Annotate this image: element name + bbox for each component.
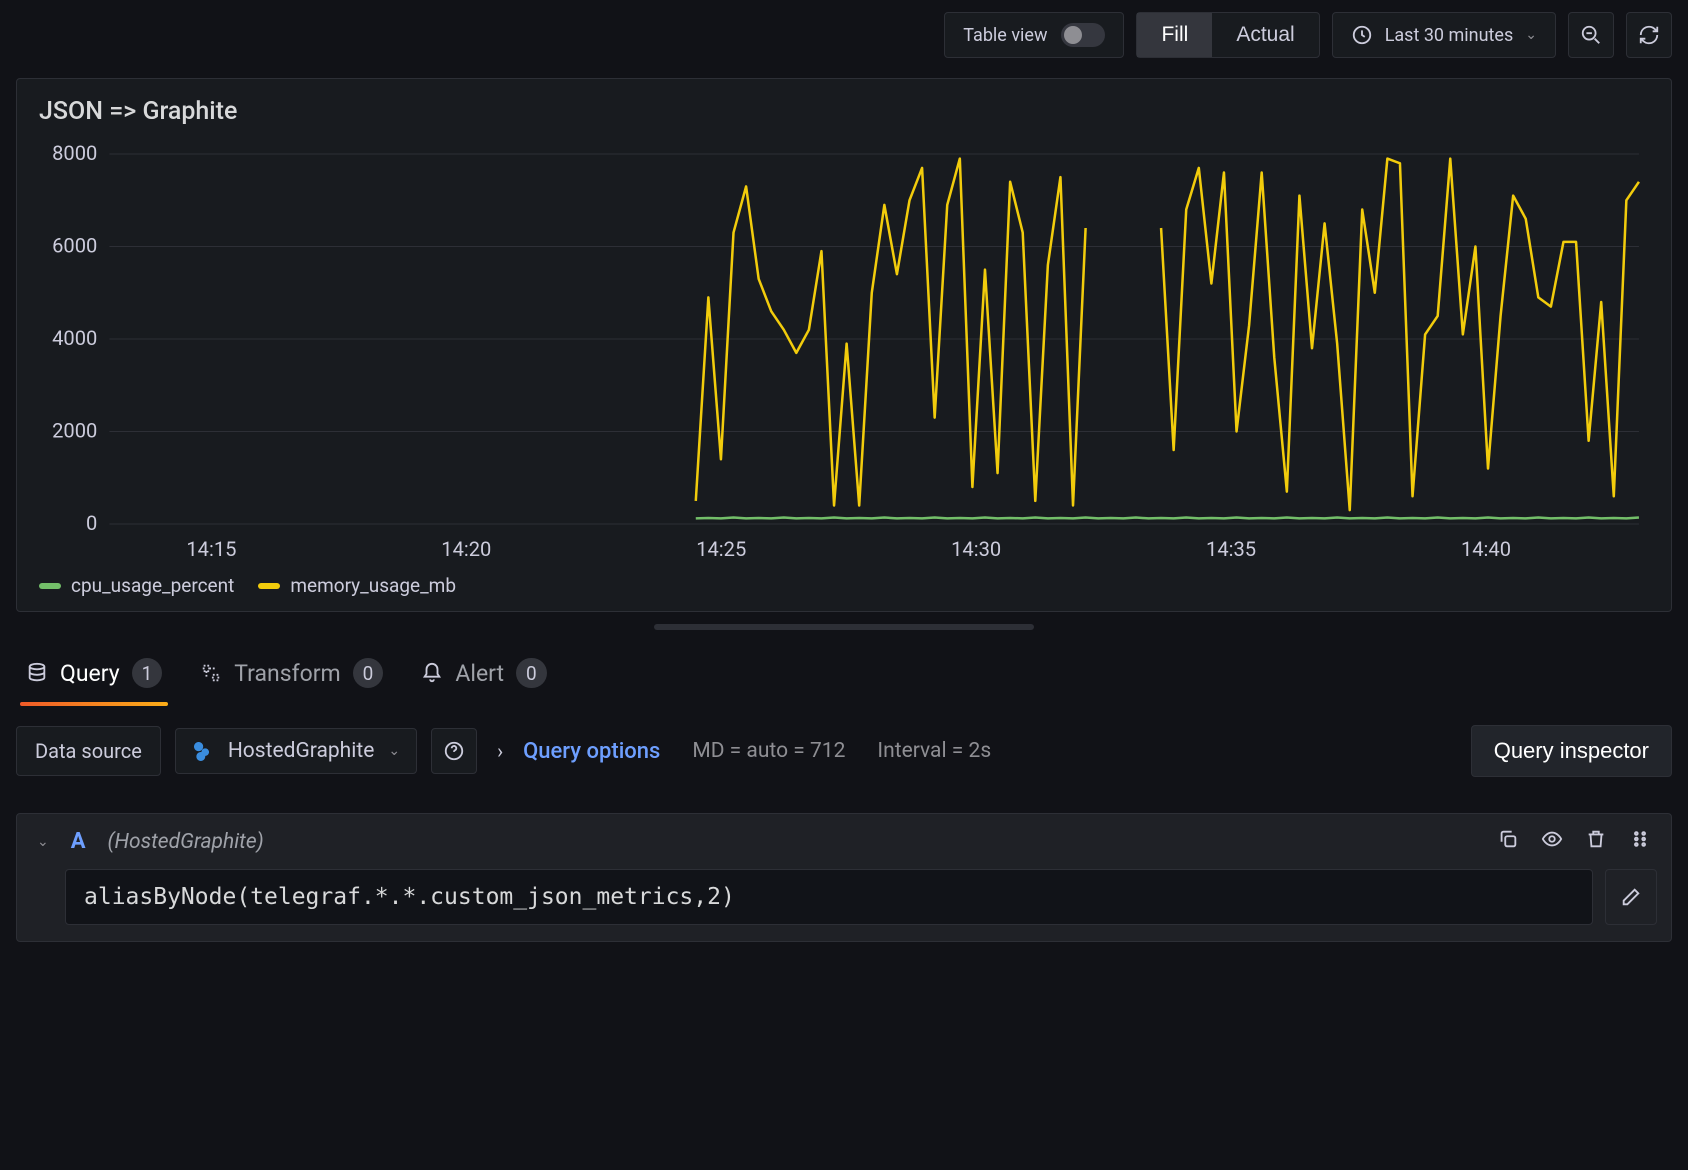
query-datasource-hint: (HostedGraphite) — [108, 830, 264, 854]
legend-item-memory[interactable]: memory_usage_mb — [258, 574, 456, 597]
bell-icon — [421, 662, 443, 684]
refresh-button[interactable] — [1626, 12, 1672, 58]
trash-icon — [1585, 828, 1607, 850]
svg-text:6000: 6000 — [52, 234, 97, 258]
legend-label: cpu_usage_percent — [71, 574, 234, 597]
svg-text:14:25: 14:25 — [696, 537, 746, 561]
query-options-row: Data source HostedGraphite ⌄ › Query opt… — [0, 705, 1688, 777]
fill-actual-segment: Fill Actual — [1136, 12, 1319, 58]
table-view-toggle-group[interactable]: Table view — [944, 12, 1124, 58]
time-range-label: Last 30 minutes — [1385, 25, 1514, 46]
datasource-label: Data source — [16, 726, 161, 776]
query-row-actions — [1497, 828, 1651, 855]
tab-label: Query — [60, 660, 120, 687]
query-row: ⌄ A (HostedGraphite) — [16, 813, 1672, 942]
query-row-header[interactable]: ⌄ A (HostedGraphite) — [17, 814, 1671, 869]
svg-text:8000: 8000 — [52, 144, 97, 165]
actual-button[interactable]: Actual — [1212, 13, 1318, 57]
refresh-icon — [1638, 24, 1660, 46]
svg-text:14:35: 14:35 — [1206, 537, 1256, 561]
table-view-label: Table view — [963, 25, 1047, 46]
line-chart: 0 2000 4000 6000 8000 14:15 14:20 14:25 14:30 14:… — [39, 144, 1649, 564]
datasource-select[interactable]: HostedGraphite ⌄ — [175, 728, 417, 774]
datasource-help-button[interactable] — [431, 728, 477, 774]
tab-transform[interactable]: Transform 0 — [200, 658, 383, 704]
interval-stat: Interval = 2s — [877, 739, 991, 763]
datasource-logo-icon — [192, 740, 214, 762]
drag-handle[interactable] — [1629, 828, 1651, 855]
delete-query-button[interactable] — [1585, 828, 1607, 855]
help-icon — [443, 740, 465, 762]
clock-icon — [1351, 24, 1373, 46]
query-options-link[interactable]: Query options — [523, 739, 660, 764]
chart-panel: JSON => Graphite 0 2000 4000 6000 8000 14:15 1… — [16, 78, 1672, 612]
tab-badge: 0 — [353, 658, 384, 688]
transform-icon — [200, 662, 222, 684]
svg-text:14:40: 14:40 — [1461, 537, 1511, 561]
duplicate-query-button[interactable] — [1497, 828, 1519, 855]
legend-swatch — [258, 583, 280, 589]
table-view-toggle[interactable] — [1061, 23, 1105, 47]
fill-button[interactable]: Fill — [1137, 13, 1212, 57]
legend-swatch — [39, 583, 61, 589]
svg-text:0: 0 — [86, 511, 97, 535]
datasource-value: HostedGraphite — [228, 739, 375, 763]
md-stat: MD = auto = 712 — [692, 739, 845, 763]
tab-badge: 1 — [132, 658, 163, 688]
chart-area[interactable]: 0 2000 4000 6000 8000 14:15 14:20 14:25 14:30 14:… — [39, 144, 1649, 564]
top-toolbar: Table view Fill Actual Last 30 minutes ⌄ — [0, 0, 1688, 70]
eye-icon — [1541, 828, 1563, 850]
svg-text:14:30: 14:30 — [951, 537, 1001, 561]
zoom-out-icon — [1580, 24, 1602, 46]
tab-alert[interactable]: Alert 0 — [421, 658, 546, 704]
legend-item-cpu[interactable]: cpu_usage_percent — [39, 574, 234, 597]
chevron-right-icon[interactable]: › — [491, 739, 509, 763]
legend: cpu_usage_percent memory_usage_mb — [39, 574, 1649, 597]
svg-text:4000: 4000 — [52, 326, 97, 350]
tab-query[interactable]: Query 1 — [26, 658, 162, 704]
svg-text:14:20: 14:20 — [441, 537, 491, 561]
svg-text:2000: 2000 — [52, 419, 97, 443]
chevron-down-icon[interactable]: ⌄ — [37, 834, 49, 850]
copy-icon — [1497, 828, 1519, 850]
grip-icon — [1629, 828, 1651, 850]
panel-title: JSON => Graphite — [39, 97, 1649, 126]
zoom-out-button[interactable] — [1568, 12, 1614, 58]
time-range-picker[interactable]: Last 30 minutes ⌄ — [1332, 12, 1556, 58]
svg-text:14:15: 14:15 — [186, 537, 236, 561]
query-text-input[interactable] — [65, 869, 1593, 925]
query-body — [17, 869, 1671, 941]
editor-tabs: Query 1 Transform 0 Alert 0 — [0, 630, 1688, 705]
database-icon — [26, 662, 48, 684]
tab-badge: 0 — [516, 658, 547, 688]
edit-query-button[interactable] — [1605, 869, 1657, 925]
tab-label: Transform — [234, 660, 340, 687]
toggle-visibility-button[interactable] — [1541, 828, 1563, 855]
pencil-icon — [1620, 886, 1642, 908]
query-inspector-button[interactable]: Query inspector — [1471, 725, 1672, 777]
chevron-down-icon: ⌄ — [388, 743, 400, 759]
query-letter: A — [71, 829, 86, 854]
chevron-down-icon: ⌄ — [1525, 27, 1537, 43]
legend-label: memory_usage_mb — [290, 574, 456, 597]
tab-label: Alert — [455, 660, 504, 687]
